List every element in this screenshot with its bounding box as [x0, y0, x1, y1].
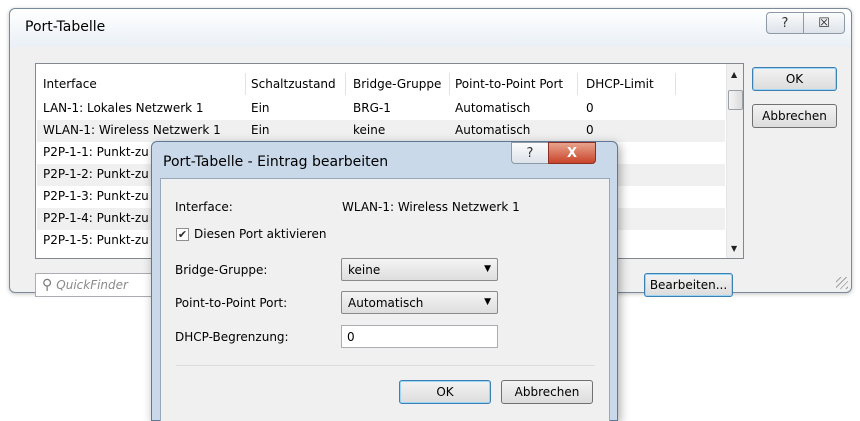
cell-interface: P2P-1-2: Punkt-zu: [43, 167, 149, 181]
column-header-bridge-gruppe[interactable]: Bridge-Gruppe: [353, 77, 441, 91]
close-button[interactable]: ☒: [803, 12, 845, 34]
bridge-group-value: keine: [348, 263, 381, 277]
resize-grip[interactable]: [836, 277, 848, 289]
bridge-group-select[interactable]: keine ▼: [341, 258, 498, 281]
cell-interface: P2P-1-1: Punkt-zu: [43, 145, 149, 159]
dialog-ok-button[interactable]: OK: [399, 380, 491, 404]
bridge-group-label: Bridge-Gruppe:: [175, 263, 268, 277]
cancel-button[interactable]: Abbrechen: [752, 104, 837, 128]
dhcp-limit-field[interactable]: 0: [341, 325, 498, 348]
search-icon: ⚲: [42, 277, 53, 293]
column-header-interface[interactable]: Interface: [43, 77, 97, 91]
edit-button-label: Bearbeiten...: [649, 278, 728, 292]
cell-dhcp-limit: 0: [586, 101, 594, 115]
cell-interface: P2P-1-4: Punkt-zu: [43, 211, 149, 225]
close-icon: ☒: [818, 15, 830, 31]
dhcp-limit-value: 0: [347, 330, 355, 344]
dialog-cancel-button[interactable]: Abbrechen: [501, 380, 593, 404]
window-title: Port-Tabelle: [25, 19, 106, 35]
dialog-cancel-label: Abbrechen: [514, 385, 580, 399]
help-button[interactable]: ?: [766, 12, 804, 34]
scroll-up-icon[interactable]: ▲: [731, 70, 737, 79]
interface-label: Interface:: [175, 200, 233, 214]
cell-schaltzustand: Ein: [251, 123, 270, 137]
p2p-port-label: Point-to-Point Port:: [175, 296, 288, 310]
dialog-close-button[interactable]: X: [548, 142, 596, 164]
cell-interface: LAN-1: Lokales Netzwerk 1: [43, 101, 204, 115]
divider: [176, 365, 595, 366]
table-row[interactable]: WLAN-1: Wireless Netzwerk 1 Ein keine Au…: [37, 120, 725, 142]
edit-button[interactable]: Bearbeiten...: [644, 273, 733, 297]
column-header-dhcp-limit[interactable]: DHCP-Limit: [586, 77, 654, 91]
cell-interface: P2P-1-5: Punkt-zu: [43, 233, 149, 247]
cell-point-to-point: Automatisch: [455, 101, 531, 115]
ok-button-label: OK: [785, 72, 804, 86]
cell-interface: WLAN-1: Wireless Netzwerk 1: [43, 123, 221, 137]
column-header-point-to-point[interactable]: Point-to-Point Port: [455, 77, 563, 91]
dialog-ok-label: OK: [436, 385, 454, 399]
quickfinder-input[interactable]: ⚲ QuickFinder: [35, 273, 165, 297]
quickfinder-placeholder: QuickFinder: [56, 278, 128, 292]
p2p-port-select[interactable]: Automatisch ▼: [341, 291, 498, 314]
dialog-help-button[interactable]: ?: [511, 142, 549, 164]
cell-bridge-gruppe: keine: [353, 123, 386, 137]
ok-button[interactable]: OK: [752, 67, 837, 91]
column-header-schaltzustand[interactable]: Schaltzustand: [251, 77, 336, 91]
table-row[interactable]: LAN-1: Lokales Netzwerk 1 Ein BRG-1 Auto…: [37, 98, 725, 120]
dialog-title: Port-Tabelle - Eintrag bearbeiten: [163, 154, 389, 170]
chevron-down-icon: ▼: [484, 264, 491, 274]
checkmark-icon: ✔: [177, 228, 188, 241]
help-icon: ?: [781, 15, 789, 31]
scrollbar-thumb[interactable]: [728, 90, 743, 110]
window-titlebar: Port-Tabelle: [10, 9, 851, 47]
p2p-port-value: Automatisch: [348, 296, 424, 310]
table-header: Interface Schaltzustand Bridge-Gruppe Po…: [36, 73, 726, 97]
cancel-button-label: Abbrechen: [762, 109, 827, 123]
help-icon: ?: [526, 145, 534, 161]
dhcp-limit-label: DHCP-Begrenzung:: [175, 330, 289, 344]
cell-interface: P2P-1-3: Punkt-zu: [43, 189, 149, 203]
dialog-body: Interface: WLAN-1: Wireless Netzwerk 1 ✔…: [160, 178, 610, 421]
activate-port-checkbox[interactable]: ✔: [176, 228, 189, 241]
chevron-down-icon: ▼: [484, 297, 491, 307]
cell-bridge-gruppe: BRG-1: [353, 101, 391, 115]
cell-schaltzustand: Ein: [251, 101, 270, 115]
table-scrollbar[interactable]: ▲ ▼: [726, 64, 743, 258]
close-icon: X: [566, 145, 578, 161]
cell-point-to-point: Automatisch: [455, 123, 531, 137]
cell-dhcp-limit: 0: [586, 123, 594, 137]
interface-value: WLAN-1: Wireless Netzwerk 1: [342, 200, 520, 214]
scroll-down-icon[interactable]: ▼: [731, 244, 737, 253]
edit-entry-dialog: Port-Tabelle - Eintrag bearbeiten ? X In…: [151, 141, 618, 421]
activate-port-label[interactable]: Diesen Port aktivieren: [194, 227, 326, 241]
